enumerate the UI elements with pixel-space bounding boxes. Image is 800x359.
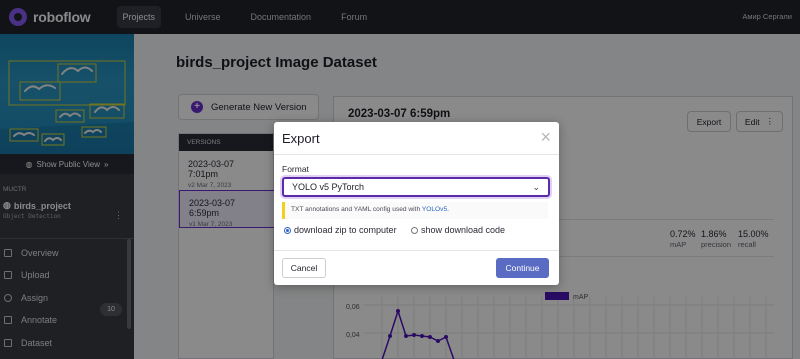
radio-checked-icon <box>284 226 291 234</box>
format-description: TXT annotations and YAML config used wit… <box>282 202 548 219</box>
note-text: TXT annotations and YAML config used wit… <box>291 206 422 213</box>
radio-download-zip[interactable]: download zip to computer <box>284 225 397 235</box>
dialog-header-divider <box>274 154 559 155</box>
cancel-label: Cancel <box>290 263 318 273</box>
format-selected-value: YOLO v5 PyTorch <box>292 182 365 192</box>
dialog-footer-divider <box>274 250 559 251</box>
note-end: . <box>447 206 449 213</box>
radio-label: show download code <box>421 225 506 235</box>
format-label: Format <box>282 164 309 174</box>
export-dialog: Export × Format YOLO v5 PyTorch ⌄ TXT an… <box>274 122 559 285</box>
radio-unchecked-icon <box>411 226 418 234</box>
yolov5-link[interactable]: YOLOv5 <box>422 206 447 213</box>
chevron-down-icon: ⌄ <box>532 182 540 192</box>
continue-label: Continue <box>505 263 540 273</box>
format-select[interactable]: YOLO v5 PyTorch ⌄ <box>282 177 550 197</box>
radio-label: download zip to computer <box>294 225 397 235</box>
cancel-button[interactable]: Cancel <box>282 258 326 278</box>
dialog-title: Export <box>282 131 320 146</box>
radio-show-code[interactable]: show download code <box>411 225 505 235</box>
close-icon[interactable]: × <box>540 127 551 148</box>
continue-button[interactable]: Continue <box>496 258 549 278</box>
